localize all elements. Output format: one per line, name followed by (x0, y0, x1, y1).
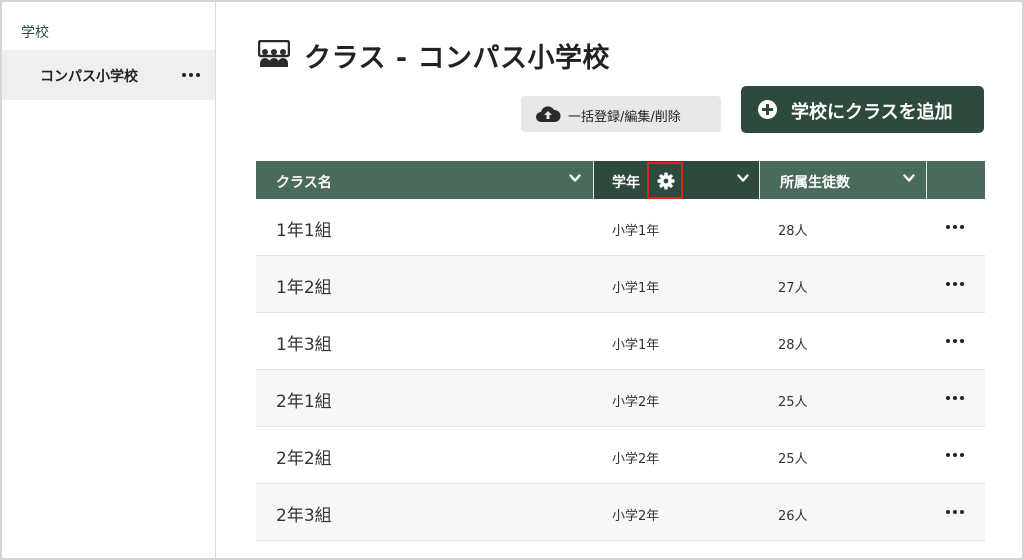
sidebar-item-school[interactable]: コンパス小学校 (2, 50, 215, 100)
class-name-cell: 1年1組 (276, 221, 332, 241)
class-name-cell: 1年2組 (276, 278, 332, 298)
bulk-edit-label: 一括登録/編集/削除 (568, 110, 681, 125)
student-count-cell: 28人 (778, 338, 808, 353)
grade-cell: 小学2年 (612, 509, 660, 524)
table-row[interactable]: 2年3組 小学2年 26人 (256, 484, 985, 541)
column-header-student-count[interactable]: 所属生徒数 (760, 161, 926, 199)
sidebar-item-label: コンパス小学校 (40, 69, 138, 85)
class-name-cell: 2年3組 (276, 506, 332, 526)
column-header-class-name[interactable]: クラス名 (256, 161, 593, 199)
grade-cell: 小学1年 (612, 281, 660, 296)
more-options-icon[interactable] (946, 225, 964, 229)
more-options-icon[interactable] (946, 396, 964, 400)
table-row[interactable]: 1年1組 小学1年 28人 (256, 199, 985, 256)
class-name-cell: 1年3組 (276, 335, 332, 355)
table-row[interactable]: 2年1組 小学2年 25人 (256, 370, 985, 427)
column-header-label: 所属生徒数 (780, 175, 850, 191)
grade-cell: 小学1年 (612, 224, 660, 239)
column-header-label: クラス名 (276, 175, 332, 191)
student-count-cell: 25人 (778, 395, 808, 410)
chevron-down-icon[interactable] (569, 174, 581, 183)
sidebar-heading[interactable]: 学校 (21, 22, 49, 42)
chevron-down-icon[interactable] (737, 174, 749, 183)
plus-circle-icon (758, 100, 777, 119)
grade-cell: 小学1年 (612, 338, 660, 353)
add-class-label: 学校にクラスを追加 (791, 102, 953, 123)
page-title: クラス - コンパス小学校 (304, 43, 610, 74)
class-name-cell: 2年2組 (276, 449, 332, 469)
more-options-icon[interactable] (182, 73, 200, 77)
table-header: クラス名 学年 所属生徒数 (256, 161, 985, 199)
app-window: 学校 コンパス小学校 クラス - コンパス小学校 一括登録/編集/削除 学校にク… (0, 0, 1024, 560)
student-count-cell: 26人 (778, 509, 808, 524)
column-header-label: 学年 (612, 175, 640, 191)
classroom-icon (258, 40, 290, 67)
more-options-icon[interactable] (946, 453, 964, 457)
more-options-icon[interactable] (946, 282, 964, 286)
table-row[interactable]: 1年2組 小学1年 27人 (256, 256, 985, 313)
table-row[interactable] (256, 541, 985, 558)
table-row[interactable]: 1年3組 小学1年 28人 (256, 313, 985, 370)
gear-icon[interactable] (657, 172, 675, 190)
student-count-cell: 27人 (778, 281, 808, 296)
student-count-cell: 28人 (778, 224, 808, 239)
more-options-icon[interactable] (946, 339, 964, 343)
table-row[interactable]: 2年2組 小学2年 25人 (256, 427, 985, 484)
grade-settings-highlight[interactable] (647, 162, 683, 199)
grade-cell: 小学2年 (612, 395, 660, 410)
column-divider (926, 161, 927, 199)
chevron-down-icon[interactable] (903, 174, 915, 183)
sidebar: 学校 コンパス小学校 (2, 2, 216, 558)
more-options-icon[interactable] (946, 510, 964, 514)
cloud-upload-icon (536, 106, 561, 122)
bulk-edit-button[interactable]: 一括登録/編集/削除 (521, 96, 721, 132)
class-name-cell: 2年1組 (276, 392, 332, 412)
student-count-cell: 25人 (778, 452, 808, 467)
grade-cell: 小学2年 (612, 452, 660, 467)
add-class-button[interactable]: 学校にクラスを追加 (741, 86, 984, 133)
